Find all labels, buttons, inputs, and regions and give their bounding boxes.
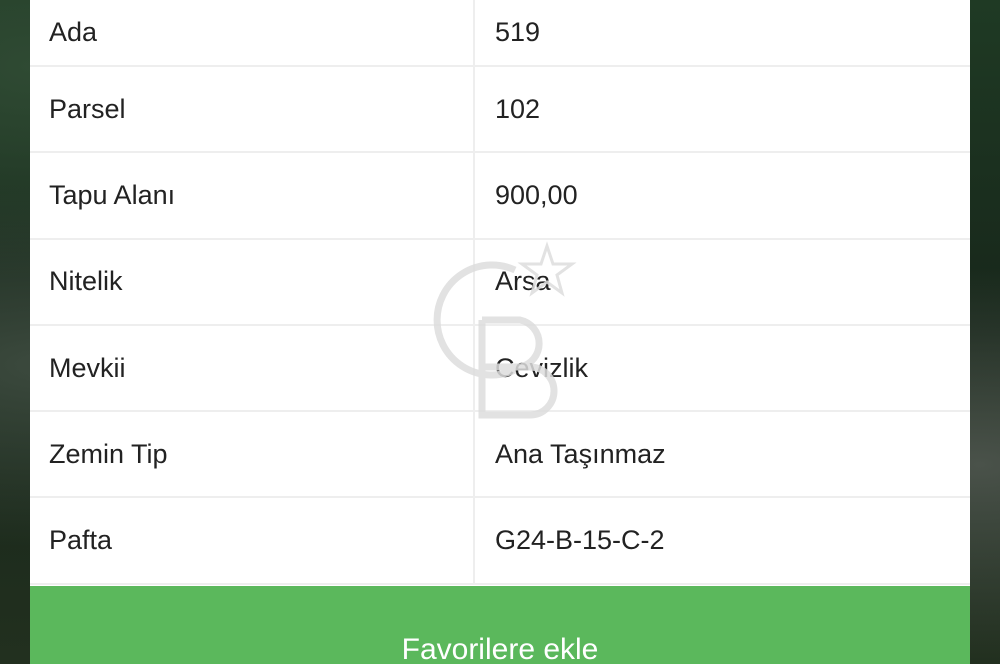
table-row: Mevkii Cevizlik [30, 324, 970, 413]
table-row: Pafta G24-B-15-C-2 [30, 497, 970, 585]
property-value-ada: 519 [474, 0, 970, 67]
property-details-panel: Ada 519 Parsel 102 Tapu Alanı 900,00 Nit… [30, 0, 970, 664]
property-value-pafta: G24-B-15-C-2 [474, 497, 970, 585]
property-value-tapu-alani: 900,00 [474, 152, 970, 240]
property-label-ada: Ada [30, 0, 475, 67]
table-row: Parsel 102 [30, 66, 970, 154]
property-label-mevkii: Mevkii [30, 324, 475, 413]
property-label-pafta: Pafta [30, 497, 475, 585]
property-value-zemin-tip: Ana Taşınmaz [474, 411, 970, 499]
property-value-mevkii: Cevizlik [474, 324, 970, 413]
add-to-favorites-button[interactable]: Favorilere ekle [30, 586, 970, 664]
property-value-parsel: 102 [474, 66, 970, 154]
table-row: Tapu Alanı 900,00 [30, 152, 970, 240]
property-label-zemin-tip: Zemin Tip [30, 411, 475, 499]
property-value-nitelik: Arsa [474, 238, 970, 326]
property-details-table: Ada 519 Parsel 102 Tapu Alanı 900,00 Nit… [30, 0, 970, 585]
property-label-parsel: Parsel [30, 66, 475, 154]
table-row: Zemin Tip Ana Taşınmaz [30, 411, 970, 499]
table-row: Nitelik Arsa [30, 238, 970, 326]
table-row: Ada 519 [30, 0, 970, 67]
property-label-tapu-alani: Tapu Alanı [30, 152, 475, 240]
property-label-nitelik: Nitelik [30, 238, 475, 326]
